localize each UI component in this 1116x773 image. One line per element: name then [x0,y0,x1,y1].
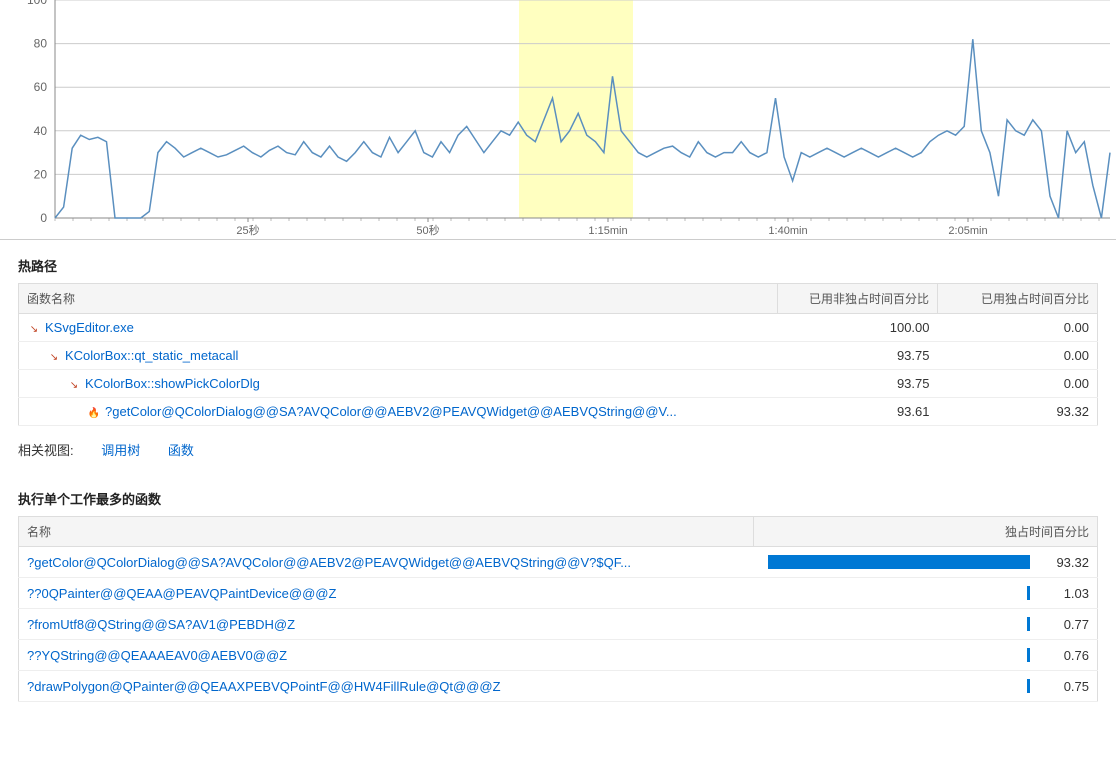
function-link[interactable]: KColorBox::showPickColorDlg [85,376,260,391]
svg-text:40: 40 [34,124,48,138]
exclusive-pct: 0.77 [1038,609,1098,640]
function-link[interactable]: ?fromUtf8@QString@@SA?AV1@PEBDH@Z [27,617,295,632]
exclusive-value: 0.00 [938,342,1098,370]
svg-text:50秒: 50秒 [416,223,439,237]
col-exclusive[interactable]: 已用独占时间百分比 [938,284,1098,314]
cpu-usage-chart[interactable]: 0 20 40 60 80 100 25秒 50秒 1:15min 1:40min 2:05min [0,0,1116,240]
function-link[interactable]: ?getColor@QColorDialog@@SA?AVQColor@@AEB… [27,555,631,570]
col-inclusive[interactable]: 已用非独占时间百分比 [778,284,938,314]
flame-icon: 🔥 [87,408,101,419]
exclusive-bar [761,646,1029,664]
expand-icon: ↘ [27,324,41,335]
exclusive-pct: 1.03 [1038,578,1098,609]
inclusive-value: 100.00 [778,314,938,342]
expand-icon: ↘ [47,352,61,363]
link-call-tree[interactable]: 调用树 [101,443,140,458]
hot-path-row[interactable]: ↘ KColorBox::showPickColorDlg 93.750.00 [19,370,1098,398]
related-views-label: 相关视图: [18,443,74,458]
exclusive-bar [761,553,1029,571]
function-row[interactable]: ?drawPolygon@QPainter@@QEAAXPEBVQPointF@… [19,671,1098,702]
hot-path-row[interactable]: ↘ KSvgEditor.exe 100.000.00 [19,314,1098,342]
link-functions[interactable]: 函数 [168,443,194,458]
function-row[interactable]: ??0QPainter@@QEAA@PEAVQPaintDevice@@@Z 1.… [19,578,1098,609]
hot-path-table: 函数名称 已用非独占时间百分比 已用独占时间百分比 ↘ KSvgEditor.ex… [18,283,1098,426]
function-link[interactable]: ??0QPainter@@QEAA@PEAVQPaintDevice@@@Z [27,586,336,601]
exclusive-value: 93.32 [938,398,1098,426]
svg-text:60: 60 [34,80,48,94]
exclusive-value: 0.00 [938,314,1098,342]
exclusive-bar [761,615,1029,633]
exclusive-bar [761,677,1029,695]
exclusive-pct: 0.75 [1038,671,1098,702]
inclusive-value: 93.61 [778,398,938,426]
function-link[interactable]: KColorBox::qt_static_metacall [65,348,238,363]
function-row[interactable]: ?getColor@QColorDialog@@SA?AVQColor@@AEB… [19,547,1098,578]
exclusive-value: 0.00 [938,370,1098,398]
function-link[interactable]: ??YQString@@QEAAAEAV0@AEBV0@@Z [27,648,287,663]
svg-text:1:15min: 1:15min [588,225,627,237]
hot-path-heading: 热路径 [0,240,1116,283]
inclusive-value: 93.75 [778,342,938,370]
svg-text:20: 20 [34,167,48,181]
chart-svg: 0 20 40 60 80 100 25秒 50秒 1:15min 1:40min 2:05min [0,0,1116,240]
svg-text:25秒: 25秒 [236,223,259,237]
exclusive-pct: 0.76 [1038,640,1098,671]
expand-icon: ↘ [67,380,81,391]
function-link[interactable]: ?getColor@QColorDialog@@SA?AVQColor@@AEB… [105,404,677,419]
svg-text:0: 0 [40,211,47,225]
svg-text:100: 100 [27,0,47,7]
related-views-row: 相关视图: 调用树 函数 [0,426,1116,473]
col-function-name[interactable]: 函数名称 [19,284,778,314]
col-exclusive-pct[interactable]: 独占时间百分比 [753,517,1097,547]
col-name[interactable]: 名称 [19,517,754,547]
function-row[interactable]: ??YQString@@QEAAAEAV0@AEBV0@@Z 0.76 [19,640,1098,671]
exclusive-bar [761,584,1029,602]
svg-text:80: 80 [34,37,48,51]
svg-text:2:05min: 2:05min [948,225,987,237]
svg-text:1:40min: 1:40min [768,225,807,237]
exclusive-pct: 93.32 [1038,547,1098,578]
function-row[interactable]: ?fromUtf8@QString@@SA?AV1@PEBDH@Z 0.77 [19,609,1098,640]
top-functions-table: 名称 独占时间百分比 ?getColor@QColorDialog@@SA?AV… [18,516,1098,702]
top-functions-heading: 执行单个工作最多的函数 [0,473,1116,516]
hot-path-row[interactable]: 🔥 ?getColor@QColorDialog@@SA?AVQColor@@AE… [19,398,1098,426]
function-link[interactable]: ?drawPolygon@QPainter@@QEAAXPEBVQPointF@… [27,679,501,694]
inclusive-value: 93.75 [778,370,938,398]
function-link[interactable]: KSvgEditor.exe [45,320,134,335]
hot-path-row[interactable]: ↘ KColorBox::qt_static_metacall 93.750.00 [19,342,1098,370]
